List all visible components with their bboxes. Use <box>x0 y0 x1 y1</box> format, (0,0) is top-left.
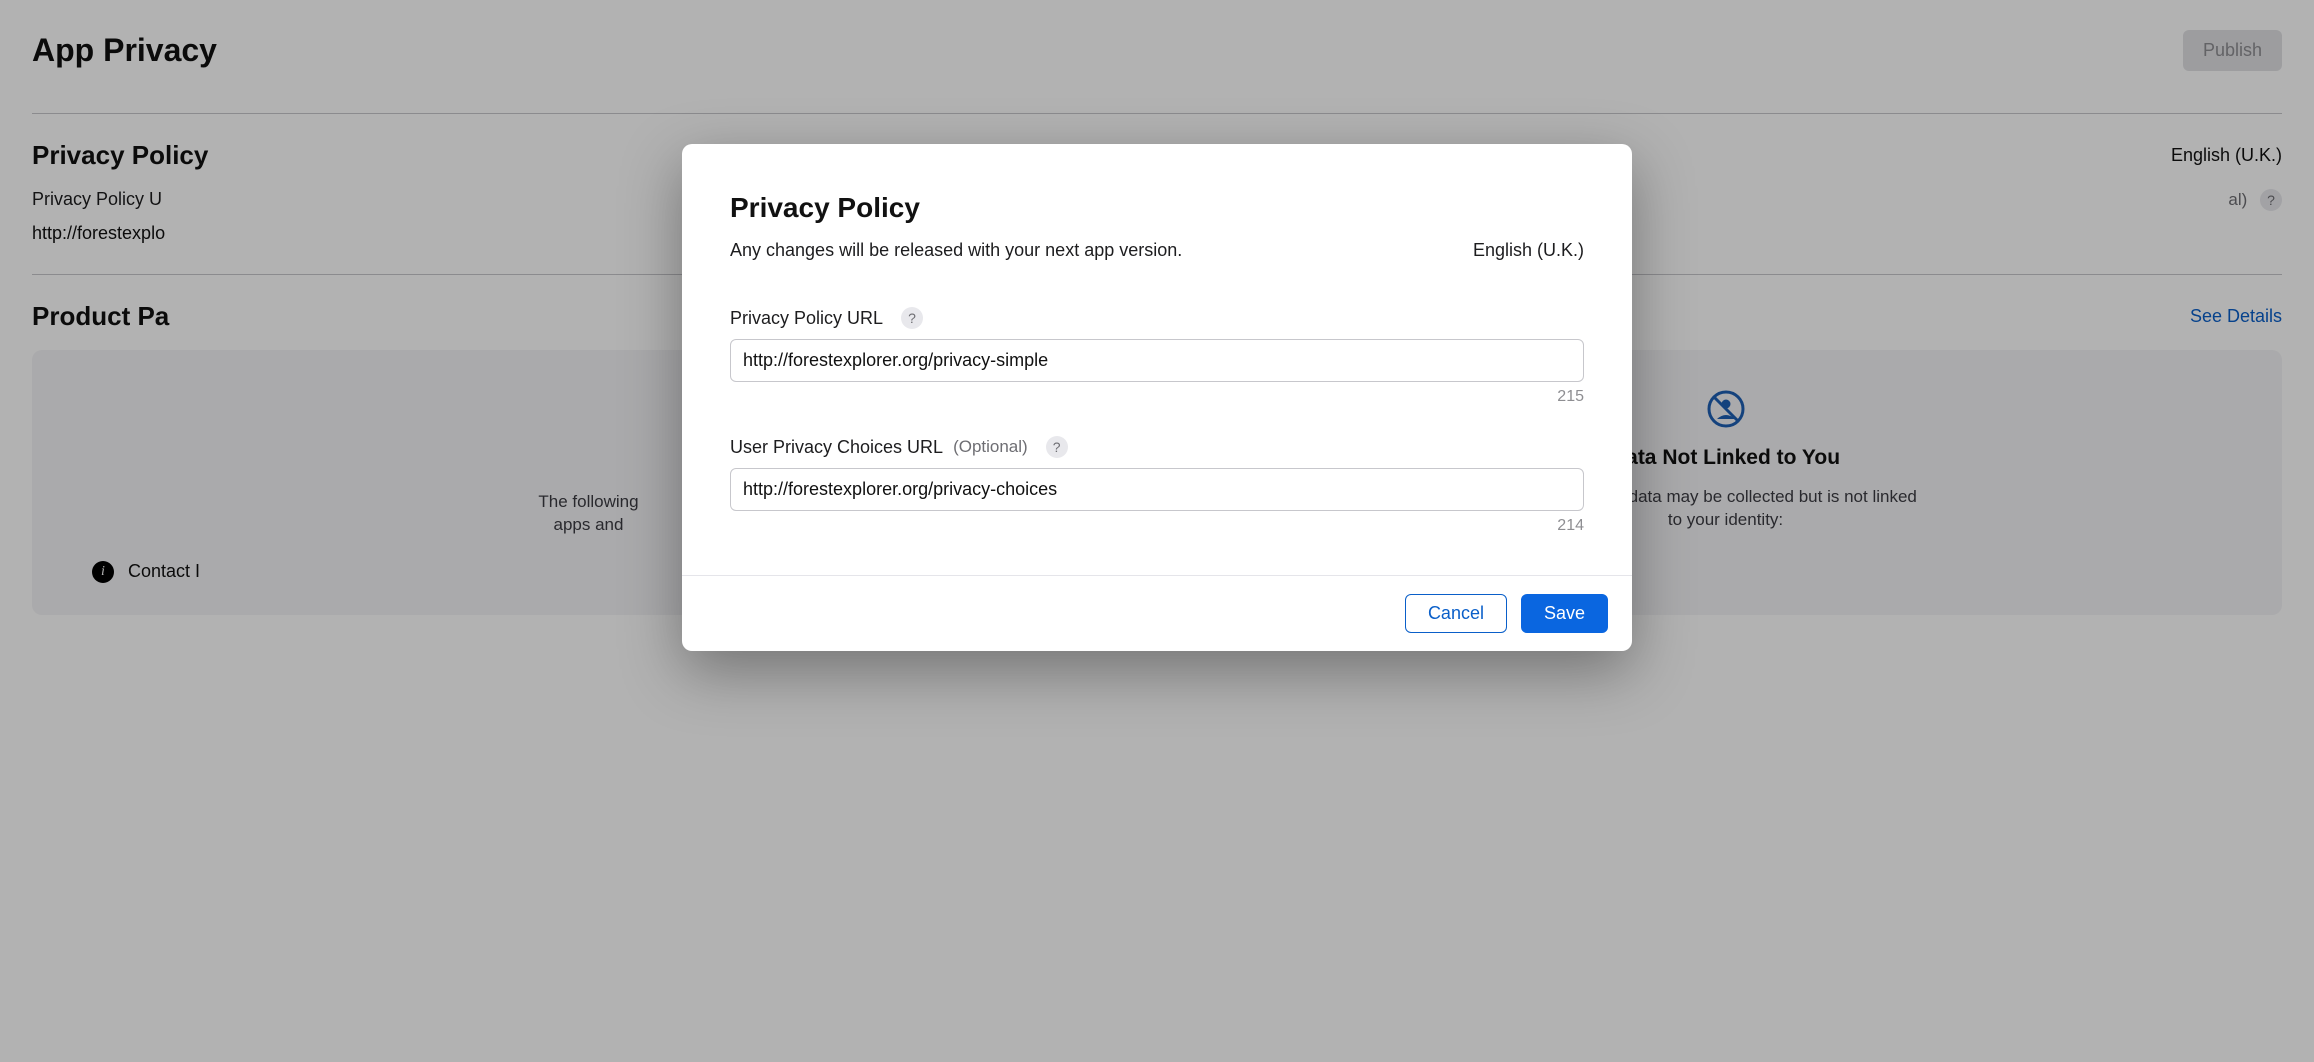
help-icon[interactable]: ? <box>1046 436 1068 458</box>
modal-overlay[interactable]: Privacy Policy Any changes will be relea… <box>0 0 2314 1062</box>
privacy-url-input[interactable] <box>730 339 1584 382</box>
modal-title: Privacy Policy <box>730 192 1584 224</box>
optional-label: (Optional) <box>953 437 1028 457</box>
field2-label-row: User Privacy Choices URL (Optional) ? <box>730 436 1584 458</box>
choices-url-counter: 214 <box>730 517 1584 535</box>
privacy-url-field-label: Privacy Policy URL <box>730 308 883 329</box>
modal-sub-row: Any changes will be released with your n… <box>730 240 1584 307</box>
modal-footer: Cancel Save <box>682 575 1632 651</box>
help-icon[interactable]: ? <box>901 307 923 329</box>
modal-subtitle: Any changes will be released with your n… <box>730 240 1182 261</box>
privacy-url-counter: 215 <box>730 388 1584 406</box>
modal-body: Privacy Policy Any changes will be relea… <box>682 144 1632 575</box>
field1-label-row: Privacy Policy URL ? <box>730 307 1584 329</box>
modal-language: English (U.K.) <box>1473 240 1584 261</box>
cancel-button[interactable]: Cancel <box>1405 594 1507 633</box>
save-button[interactable]: Save <box>1521 594 1608 633</box>
privacy-policy-modal: Privacy Policy Any changes will be relea… <box>682 144 1632 651</box>
choices-url-input[interactable] <box>730 468 1584 511</box>
choices-url-field-label: User Privacy Choices URL <box>730 437 943 458</box>
